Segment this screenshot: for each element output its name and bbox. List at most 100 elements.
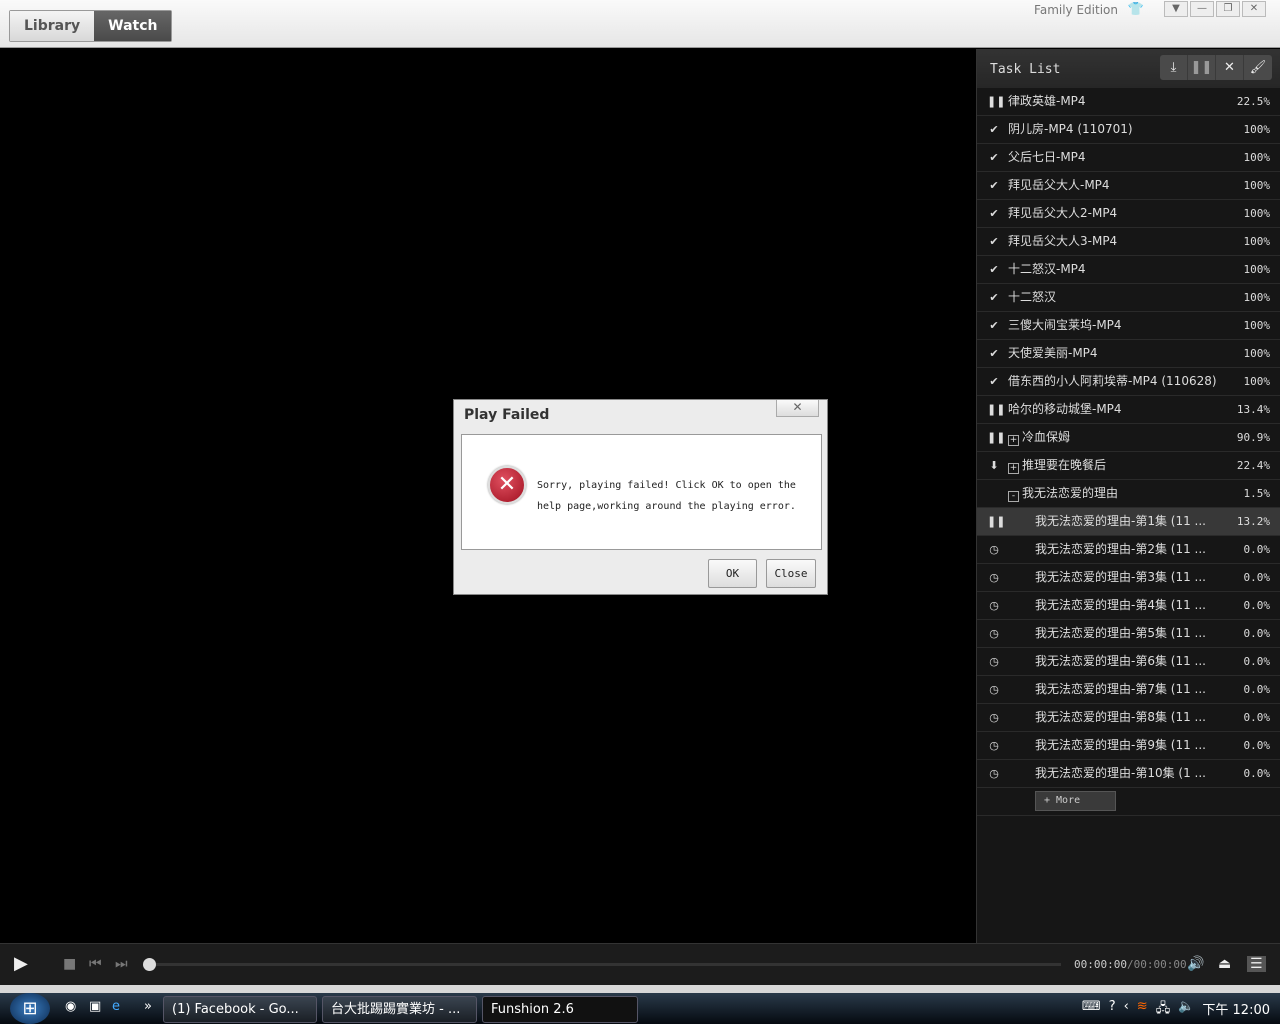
task-row[interactable]: ❚❚ 哈尔的移动城堡-MP4 13.4% <box>977 396 1280 424</box>
expand-icon[interactable]: + <box>1008 435 1019 446</box>
show-desktop-icon[interactable]: ▣ <box>89 999 101 1014</box>
waiting-clock-icon[interactable]: ◷ <box>987 536 1001 563</box>
task-row[interactable]: ✔ 三傻大闹宝莱坞-MP4 100% <box>977 312 1280 340</box>
help-icon[interactable]: ? <box>1109 999 1116 1021</box>
check-icon[interactable]: ✔ <box>987 368 1001 395</box>
volume-tray-icon[interactable]: 🔈 <box>1178 999 1194 1021</box>
ok-button[interactable]: OK <box>708 559 757 588</box>
play-icon[interactable]: ▶ <box>14 953 28 974</box>
expand-icon[interactable]: + <box>1008 463 1019 474</box>
task-name: 十二怒汉 <box>1008 290 1057 304</box>
task-row[interactable]: ◷ 我无法恋爱的理由-第5集 (11 ... 0.0% <box>977 620 1280 648</box>
check-icon[interactable]: ✔ <box>987 144 1001 171</box>
taskbar-window-funshion[interactable]: Funshion 2.6 <box>482 996 638 1023</box>
waiting-clock-icon[interactable]: ◷ <box>987 564 1001 591</box>
task-row[interactable]: ✔ 阴儿房-MP4 (110701) 100% <box>977 116 1280 144</box>
skin-icon[interactable]: 👕 <box>1128 2 1144 17</box>
waiting-clock-icon[interactable]: ◷ <box>987 760 1001 787</box>
check-icon[interactable]: ✔ <box>987 284 1001 311</box>
menu-button[interactable]: ▼ <box>1164 1 1188 17</box>
task-row[interactable]: ◷ 我无法恋爱的理由-第7集 (11 ... 0.0% <box>977 676 1280 704</box>
pause-icon[interactable]: ❚❚ <box>987 396 1005 423</box>
pause-icon[interactable]: ❚❚ <box>987 508 1005 535</box>
taskbar-window-ptt[interactable]: 台大批踢踢實業坊 - ... <box>322 996 477 1023</box>
task-name: 我无法恋爱的理由-第2集 (11 ... <box>1035 542 1206 556</box>
task-row[interactable]: ✔ 拜见岳父大人3-MP4 100% <box>977 228 1280 256</box>
task-row[interactable]: ◷ 我无法恋爱的理由-第4集 (11 ... 0.0% <box>977 592 1280 620</box>
waiting-clock-icon[interactable]: ◷ <box>987 648 1001 675</box>
eject-icon[interactable]: ⏏ <box>1218 956 1231 972</box>
seek-bar[interactable] <box>148 963 1061 966</box>
ie-icon[interactable]: e <box>112 999 120 1014</box>
task-row[interactable]: ◷ 我无法恋爱的理由-第9集 (11 ... 0.0% <box>977 732 1280 760</box>
more-quicklaunch-icon[interactable]: » <box>144 999 152 1014</box>
seek-knob[interactable] <box>143 958 156 971</box>
funshion-tray-icon[interactable]: ≋ <box>1137 999 1148 1021</box>
pause-icon[interactable]: ❚❚ <box>987 424 1005 451</box>
tray-expand-icon[interactable]: ‹ <box>1124 999 1129 1021</box>
close-button[interactable]: Close <box>766 559 816 588</box>
tab-library[interactable]: Library <box>10 11 95 41</box>
taskbar-window-facebook[interactable]: (1) Facebook - Go... <box>163 996 317 1023</box>
network-icon[interactable]: 🖧 <box>1156 999 1171 1021</box>
task-progress: 13.4% <box>1236 403 1270 416</box>
chrome-icon[interactable]: ◉ <box>65 999 76 1014</box>
task-row[interactable]: ❚❚ 我无法恋爱的理由-第1集 (11 ... 13.2% <box>977 508 1280 536</box>
task-row[interactable]: ❚❚ + 冷血保姆 90.9% <box>977 424 1280 452</box>
task-progress: 0.0% <box>1243 627 1271 640</box>
next-icon[interactable]: ⏭ <box>115 956 128 972</box>
pause-icon[interactable]: ❚❚ <box>987 88 1005 115</box>
restore-button[interactable]: ❐ <box>1216 1 1240 17</box>
task-row[interactable]: ✔ 拜见岳父大人-MP4 100% <box>977 172 1280 200</box>
waiting-clock-icon[interactable]: ◷ <box>987 704 1001 731</box>
waiting-clock-icon[interactable]: ◷ <box>987 732 1001 759</box>
task-row[interactable]: ✔ 十二怒汉-MP4 100% <box>977 256 1280 284</box>
start-button[interactable]: ⊞ <box>10 993 50 1024</box>
stop-icon[interactable]: ■ <box>63 956 76 972</box>
task-row[interactable]: ✔ 天使爱美丽-MP4 100% <box>977 340 1280 368</box>
check-icon[interactable]: ✔ <box>987 200 1001 227</box>
task-row[interactable]: ◷ 我无法恋爱的理由-第3集 (11 ... 0.0% <box>977 564 1280 592</box>
waiting-clock-icon[interactable]: ◷ <box>987 592 1001 619</box>
downloading-icon[interactable]: ⬇ <box>987 452 1001 479</box>
tab-watch[interactable]: Watch <box>94 11 172 41</box>
task-row[interactable]: ✔ 借东西的小人阿莉埃蒂-MP4 (110628) 100% <box>977 368 1280 396</box>
task-row[interactable]: ✔ 十二怒汉 100% <box>977 284 1280 312</box>
task-row[interactable]: ✔ 父后七日-MP4 100% <box>977 144 1280 172</box>
check-icon[interactable]: ✔ <box>987 312 1001 339</box>
download-icon[interactable]: ⤓ <box>1160 55 1188 80</box>
minimize-button[interactable]: — <box>1190 1 1214 17</box>
task-progress: 22.4% <box>1236 459 1270 472</box>
clean-icon[interactable]: 🖌 <box>1244 55 1272 80</box>
task-name: 天使爱美丽-MP4 <box>1008 346 1098 360</box>
task-row[interactable]: ◷ 我无法恋爱的理由-第6集 (11 ... 0.0% <box>977 648 1280 676</box>
clock[interactable]: 下午 12:00 <box>1202 999 1270 1021</box>
check-icon[interactable]: ✔ <box>987 340 1001 367</box>
task-row[interactable]: - 我无法恋爱的理由 1.5% <box>977 480 1280 508</box>
collapse-icon[interactable]: - <box>1008 491 1019 502</box>
previous-icon[interactable]: ⏮ <box>89 956 102 972</box>
delete-icon[interactable]: ✕ <box>1216 55 1244 80</box>
task-row[interactable]: ✔ 拜见岳父大人2-MP4 100% <box>977 200 1280 228</box>
playlist-icon[interactable]: ☰ <box>1247 956 1266 972</box>
task-name: 推理要在晚餐后 <box>1022 458 1107 472</box>
task-progress: 90.9% <box>1236 431 1270 444</box>
check-icon[interactable]: ✔ <box>987 116 1001 143</box>
check-icon[interactable]: ✔ <box>987 256 1001 283</box>
pause-icon[interactable]: ❚❚ <box>1188 55 1216 80</box>
dialog-close-icon[interactable]: ✕ <box>776 400 819 417</box>
keyboard-icon[interactable]: ⌨ <box>1082 999 1101 1021</box>
close-window-button[interactable]: ✕ <box>1242 1 1266 17</box>
task-row[interactable]: ⬇ + 推理要在晚餐后 22.4% <box>977 452 1280 480</box>
waiting-clock-icon[interactable]: ◷ <box>987 676 1001 703</box>
task-row[interactable]: ◷ 我无法恋爱的理由-第2集 (11 ... 0.0% <box>977 536 1280 564</box>
check-icon[interactable]: ✔ <box>987 228 1001 255</box>
check-icon[interactable]: ✔ <box>987 172 1001 199</box>
waiting-clock-icon[interactable]: ◷ <box>987 620 1001 647</box>
task-row[interactable]: ❚❚ 律政英雄-MP4 22.5% <box>977 88 1280 116</box>
volume-icon[interactable]: 🔊 <box>1187 956 1204 972</box>
task-row[interactable]: ◷ 我无法恋爱的理由-第10集 (1 ... 0.0% <box>977 760 1280 788</box>
player-controls: ▶ ■ ⏮ ⏭ 00:00:00/00:00:00 🔊 ⏏ ☰ <box>0 943 1280 985</box>
more-button[interactable]: + More <box>1035 791 1116 811</box>
task-row[interactable]: ◷ 我无法恋爱的理由-第8集 (11 ... 0.0% <box>977 704 1280 732</box>
